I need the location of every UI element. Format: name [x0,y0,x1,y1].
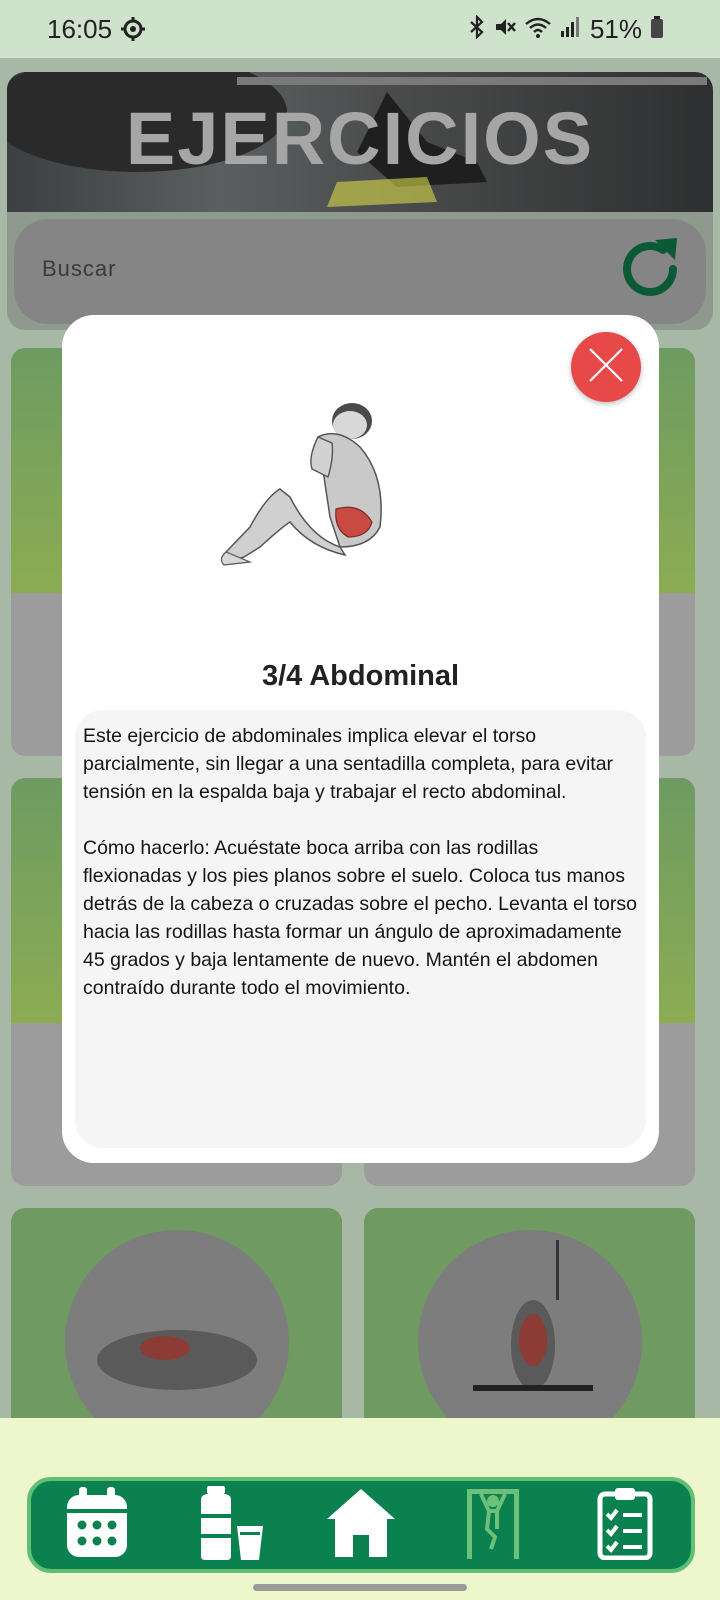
battery-percent: 51% [589,14,642,44]
battery-icon [650,15,664,44]
nav-home[interactable] [325,1485,397,1565]
exercise-thumbnail [418,1230,642,1438]
checklist-icon [597,1486,653,1565]
exercise-detail-modal: 3/4 Abdominal Este ejercicio de abdomina… [62,315,659,1163]
bluetooth-icon [468,14,486,44]
nav-hydration[interactable] [193,1485,265,1565]
status-icons: 51% [468,14,664,45]
signal-icon [560,15,582,44]
header-banner: EJERCICIOS [7,72,713,212]
home-icon [325,1487,397,1564]
water-bottle-icon [195,1485,263,1565]
exercise-thumbnail [65,1230,289,1438]
exercise-description-box: Este ejercicio de abdominales implica el… [75,710,646,1148]
exercise-title: 3/4 Abdominal [261,660,460,692]
wifi-icon [524,15,552,44]
exercise-description: Este ejercicio de abdominales implica el… [83,725,637,999]
calendar-icon [65,1486,129,1564]
search-placeholder: Buscar [42,256,117,281]
nav-calendar[interactable] [61,1485,133,1565]
crunch-exercise-illustration [210,397,410,577]
nav-exercises[interactable] [457,1485,529,1565]
exercise-card[interactable] [11,1208,342,1438]
nav-checklist[interactable] [589,1485,661,1565]
exercise-card[interactable] [364,1208,695,1438]
refresh-icon[interactable] [615,234,685,309]
settings-gear-icon [120,16,146,47]
search-input[interactable] [14,219,706,324]
mute-icon [494,15,516,44]
close-button[interactable] [571,332,641,402]
status-time: 16:05 [47,14,113,44]
exercise-bar-icon [463,1485,523,1566]
close-icon [586,345,626,390]
home-indicator[interactable] [253,1584,467,1591]
status-bar: 16:05 51% [0,0,720,58]
page-title: EJERCICIOS [125,97,595,180]
bottom-navigation [27,1477,695,1573]
